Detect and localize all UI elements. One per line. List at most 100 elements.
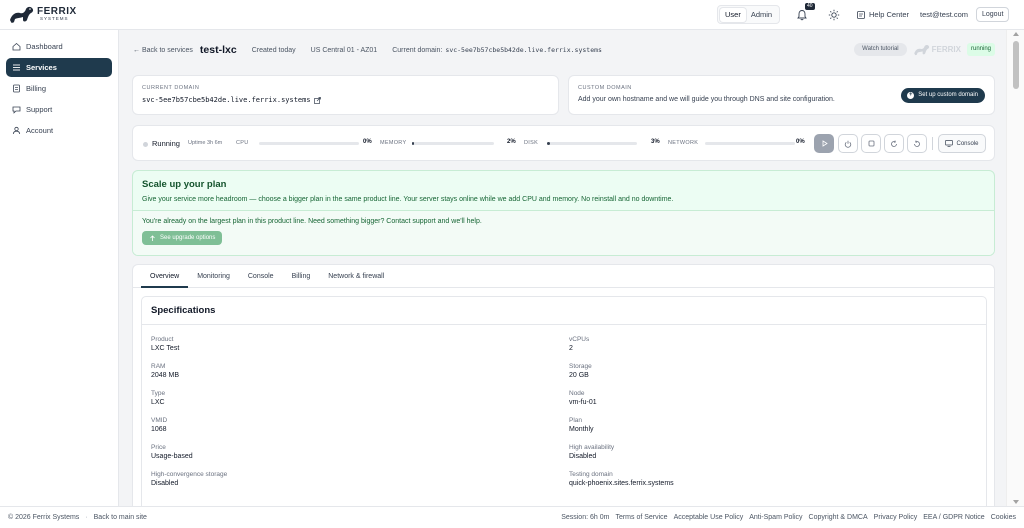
- footer-link-cookies[interactable]: Cookies: [991, 514, 1016, 521]
- disk-bar: [547, 142, 637, 145]
- see-upgrade-options-button[interactable]: See upgrade options: [142, 231, 223, 245]
- spec-item: Plan Monthly: [569, 417, 969, 433]
- spec-label: Storage: [569, 363, 592, 370]
- list-icon: [13, 64, 20, 71]
- current-domain-card-label: CURRENT DOMAIN: [142, 85, 200, 91]
- region-info: US Central 01 - AZ01: [310, 46, 378, 54]
- service-header: ← Back to services test-lxc Created toda…: [133, 42, 995, 58]
- bell-icon[interactable]: [796, 9, 808, 21]
- spec-item: Node vm-fu-01: [569, 390, 969, 406]
- upgrade-title: Scale up your plan: [142, 179, 227, 190]
- reset-button[interactable]: [907, 134, 927, 153]
- footer-separator: ·: [85, 514, 88, 521]
- ferret-logo-icon: [10, 6, 34, 23]
- help-center-label: Help Center: [869, 10, 910, 19]
- sidebar-item-account[interactable]: Account: [6, 121, 112, 140]
- disk-percent: 3%: [651, 139, 660, 145]
- sidebar-item-label: Billing: [26, 84, 47, 93]
- specifications-title: Specifications: [142, 297, 986, 325]
- spec-label: vCPUs: [569, 336, 590, 343]
- upgrade-header: Scale up your plan Give your service mor…: [133, 171, 994, 211]
- footer-link-dmca[interactable]: Copyright & DMCA: [809, 514, 868, 521]
- scroll-up-arrow-icon[interactable]: [1013, 32, 1019, 36]
- tab-console[interactable]: Console: [239, 265, 283, 288]
- role-user-button[interactable]: User: [720, 7, 746, 22]
- footer-link-privacy[interactable]: Privacy Policy: [874, 514, 918, 521]
- user-icon: [12, 126, 21, 135]
- tab-billing[interactable]: Billing: [283, 265, 320, 288]
- sidebar-item-label: Services: [26, 63, 57, 72]
- help-icon: [857, 10, 865, 19]
- tab-network-firewall[interactable]: Network & firewall: [319, 265, 393, 288]
- sidebar-item-services[interactable]: Services: [6, 58, 112, 77]
- spec-value: 20 GB: [569, 372, 589, 379]
- current-domain-card: CURRENT DOMAIN svc-5ee7b57cbe5b42de.live…: [132, 75, 559, 115]
- spec-value: LXC: [151, 399, 165, 406]
- page-scrollbar[interactable]: [1006, 30, 1024, 506]
- user-email[interactable]: test@test.com: [920, 10, 968, 19]
- back-to-main-site-link[interactable]: Back to main site: [94, 514, 147, 521]
- set-up-custom-domain-button[interactable]: + Set up custom domain: [901, 88, 985, 103]
- brand-logo[interactable]: FERRIX SYSTEMS: [8, 4, 77, 24]
- monitor-icon: [945, 140, 954, 147]
- spec-label: Price: [151, 444, 166, 451]
- page-title: test-lxc: [199, 44, 237, 56]
- copyright: © 2026 Ferrix Systems: [8, 514, 80, 521]
- spec-item: VMID 1068: [151, 417, 569, 433]
- uptime: Uptime 3h 6m: [188, 140, 223, 146]
- spec-value: Usage-based: [151, 453, 193, 460]
- current-domain-card-value[interactable]: svc-5ee7b57cbe5b42de.live.ferrix.systems: [142, 96, 311, 104]
- spec-label: VMID: [151, 417, 168, 424]
- footer-link-acceptable-use[interactable]: Acceptable Use Policy: [674, 514, 744, 521]
- restart-icon: [891, 140, 897, 147]
- spec-value: LXC Test: [151, 345, 180, 352]
- current-domain-row: svc-5ee7b57cbe5b42de.live.ferrix.systems: [142, 96, 549, 104]
- created-info: Created today: [251, 46, 296, 54]
- spec-value: Monthly: [569, 426, 594, 433]
- disk-label: DISK: [524, 140, 539, 146]
- footer-link-terms[interactable]: Terms of Service: [615, 514, 667, 521]
- back-to-services-link[interactable]: ← Back to services: [133, 47, 193, 54]
- disk-bar-fill: [547, 142, 550, 145]
- running-state: Running: [152, 139, 180, 148]
- sidebar-item-label: Dashboard: [26, 42, 63, 51]
- running-indicator: [143, 142, 148, 147]
- spec-value: 2048 MB: [151, 372, 180, 379]
- network-bar: [705, 142, 795, 145]
- restart-button[interactable]: [884, 134, 904, 153]
- logout-button[interactable]: Logout: [976, 7, 1010, 22]
- scroll-thumb[interactable]: [1013, 41, 1019, 89]
- tab-monitoring[interactable]: Monitoring: [188, 265, 239, 288]
- console-button-label: Console: [956, 140, 979, 147]
- console-button[interactable]: Console: [938, 134, 986, 153]
- metrics-bar: Running Uptime 3h 6m CPU 0% MEMORY 2% DI…: [132, 125, 995, 161]
- scroll-down-arrow-icon[interactable]: [1013, 500, 1019, 504]
- external-link-icon[interactable]: [313, 96, 321, 104]
- stop-button[interactable]: [861, 134, 881, 153]
- sidebar-item-billing[interactable]: Billing: [6, 79, 112, 98]
- start-button[interactable]: [814, 134, 834, 153]
- upgrade-panel: Scale up your plan Give your service mor…: [132, 170, 995, 256]
- theme-toggle-icon[interactable]: [828, 9, 840, 21]
- ferret-logo-icon: [913, 44, 929, 56]
- stop-icon: [868, 140, 874, 147]
- help-center-link[interactable]: Help Center: [857, 10, 909, 19]
- footer-link-gdpr[interactable]: EEA / GDPR Notice: [923, 514, 984, 521]
- spec-label: Node: [569, 390, 585, 397]
- sidebar-item-dashboard[interactable]: Dashboard: [6, 37, 112, 56]
- footer-link-anti-spam[interactable]: Anti-Spam Policy: [749, 514, 802, 521]
- sidebar-item-label: Account: [26, 126, 54, 135]
- spec-item: High-convergence storage Disabled: [151, 471, 569, 487]
- role-admin-button[interactable]: Admin: [746, 8, 777, 22]
- tab-overview[interactable]: Overview: [141, 265, 189, 288]
- spec-label: High availability: [569, 444, 615, 451]
- cpu-label: CPU: [236, 140, 249, 146]
- specifications-card: Specifications Product LXC Test vCPUs 2 RA…: [141, 296, 987, 506]
- watch-tutorial-button[interactable]: Watch tutorial: [854, 43, 907, 56]
- sidebar-item-support[interactable]: Support: [6, 100, 112, 119]
- memory-percent: 2%: [507, 139, 516, 145]
- memory-bar: [412, 142, 494, 145]
- shutdown-button[interactable]: [838, 134, 858, 153]
- power-icon: [844, 140, 852, 148]
- details-panel: Overview Monitoring Console Billing Netw…: [132, 264, 995, 506]
